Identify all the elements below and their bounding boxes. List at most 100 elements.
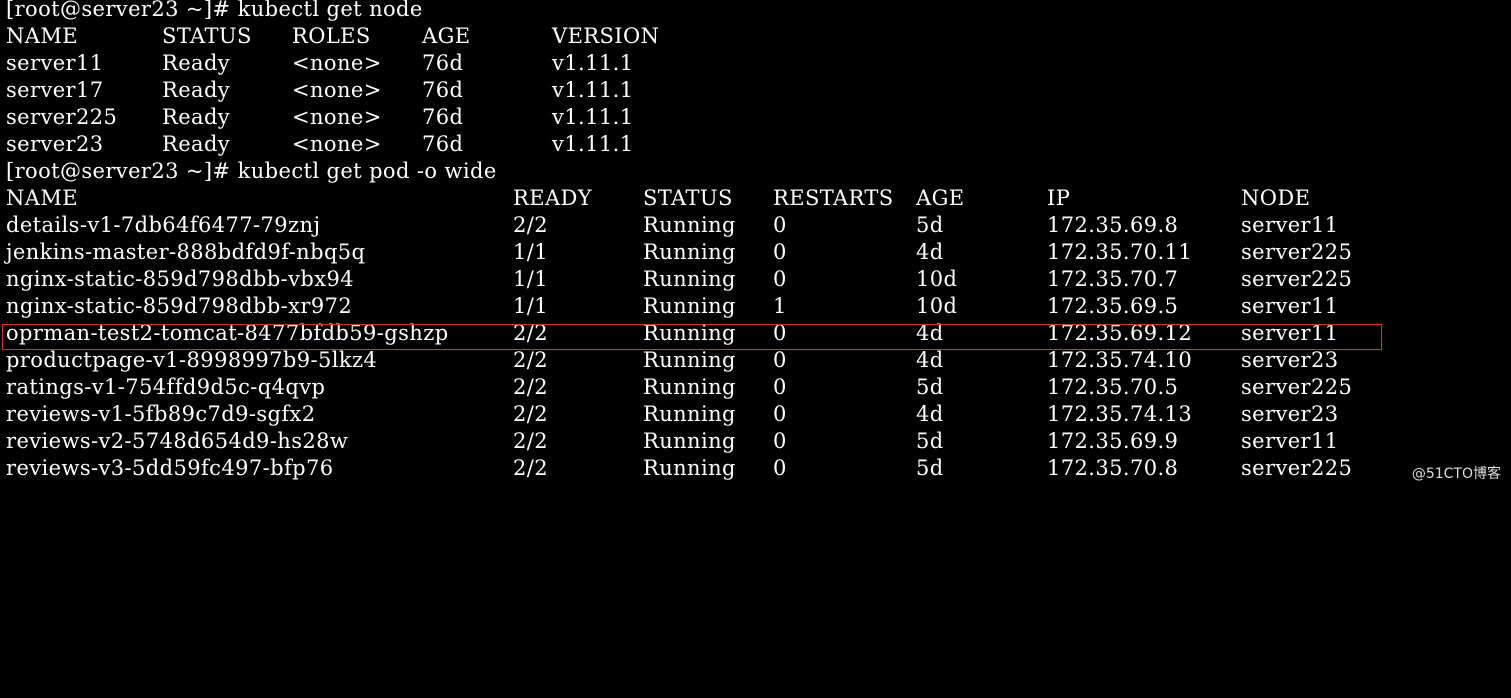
pod-node: server11 bbox=[1241, 213, 1339, 237]
node-name: server23 bbox=[6, 132, 104, 156]
node-row: server23 Ready <none> 76d v1.11.1 bbox=[6, 131, 1506, 158]
pod-status: Running bbox=[643, 429, 736, 453]
node-status: Ready bbox=[162, 78, 231, 102]
pod-ready: 2/2 bbox=[513, 429, 548, 453]
pod-node: server225 bbox=[1241, 267, 1353, 291]
node-roles: <none> bbox=[292, 51, 382, 75]
command-text: kubectl get pod -o wide bbox=[237, 159, 497, 183]
command-text: kubectl get node bbox=[237, 0, 423, 21]
node-roles: <none> bbox=[292, 105, 382, 129]
pod-row: ratings-v1-754ffd9d5c-q4qvp 2/2 Running … bbox=[6, 374, 1506, 401]
column-header-ip: IP bbox=[1047, 186, 1071, 210]
pod-restarts: 1 bbox=[773, 294, 787, 318]
pod-node: server225 bbox=[1241, 375, 1353, 399]
pod-ready: 2/2 bbox=[513, 375, 548, 399]
column-header-status: STATUS bbox=[162, 24, 252, 48]
pod-restarts: 0 bbox=[773, 348, 787, 372]
pod-ip: 172.35.70.8 bbox=[1047, 456, 1179, 480]
pod-row: nginx-static-859d798dbb-xr972 1/1 Runnin… bbox=[6, 293, 1506, 320]
pod-name: nginx-static-859d798dbb-xr972 bbox=[6, 294, 353, 318]
column-header-name: NAME bbox=[6, 24, 78, 48]
pod-row: jenkins-master-888bdfd9f-nbq5q 1/1 Runni… bbox=[6, 239, 1506, 266]
pod-ready: 2/2 bbox=[513, 456, 548, 480]
shell-prompt: [root@server23 ~]# bbox=[6, 0, 238, 21]
node-row: server17 Ready <none> 76d v1.11.1 bbox=[6, 77, 1506, 104]
pod-node: server11 bbox=[1241, 321, 1339, 345]
pod-name: reviews-v1-5fb89c7d9-sgfx2 bbox=[6, 402, 316, 426]
pod-status: Running bbox=[643, 267, 736, 291]
pod-age: 5d bbox=[916, 213, 944, 237]
node-name: server17 bbox=[6, 78, 104, 102]
pod-row: reviews-v1-5fb89c7d9-sgfx2 2/2 Running 0… bbox=[6, 401, 1506, 428]
pod-node: server23 bbox=[1241, 402, 1339, 426]
pod-age: 4d bbox=[916, 402, 944, 426]
pod-age: 5d bbox=[916, 429, 944, 453]
node-row: server11 Ready <none> 76d v1.11.1 bbox=[6, 50, 1506, 77]
pod-node: server225 bbox=[1241, 240, 1353, 264]
node-version: v1.11.1 bbox=[552, 105, 634, 129]
pod-name: oprman-test2-tomcat-8477bfdb59-gshzp bbox=[6, 321, 449, 345]
node-row: server225 Ready <none> 76d v1.11.1 bbox=[6, 104, 1506, 131]
pod-age: 10d bbox=[916, 294, 958, 318]
pod-ip: 172.35.69.9 bbox=[1047, 429, 1179, 453]
pod-node: server11 bbox=[1241, 429, 1339, 453]
pod-name: details-v1-7db64f6477-79znj bbox=[6, 213, 321, 237]
watermark: @51CTO博客 bbox=[1411, 466, 1501, 482]
pod-ip: 172.35.69.12 bbox=[1047, 321, 1193, 345]
pod-age: 5d bbox=[916, 456, 944, 480]
pod-node: server225 bbox=[1241, 456, 1353, 480]
pod-restarts: 0 bbox=[773, 213, 787, 237]
pod-ready: 1/1 bbox=[513, 267, 548, 291]
node-roles: <none> bbox=[292, 132, 382, 156]
pod-ready: 2/2 bbox=[513, 321, 548, 345]
pod-row: details-v1-7db64f6477-79znj 2/2 Running … bbox=[6, 212, 1506, 239]
pod-restarts: 0 bbox=[773, 321, 787, 345]
pod-restarts: 0 bbox=[773, 402, 787, 426]
pod-ip: 172.35.74.13 bbox=[1047, 402, 1193, 426]
pod-node: server11 bbox=[1241, 294, 1339, 318]
pod-status: Running bbox=[643, 213, 736, 237]
pod-row: nginx-static-859d798dbb-vbx94 1/1 Runnin… bbox=[6, 266, 1506, 293]
pod-name: ratings-v1-754ffd9d5c-q4qvp bbox=[6, 375, 326, 399]
pod-row: reviews-v2-5748d654d9-hs28w 2/2 Running … bbox=[6, 428, 1506, 455]
pod-age: 4d bbox=[916, 321, 944, 345]
pod-age: 4d bbox=[916, 348, 944, 372]
terminal-output[interactable]: [root@server23 ~]# kubectl get node NAME… bbox=[2, 0, 1506, 482]
node-age: 76d bbox=[422, 51, 464, 75]
pod-table-header: NAME READY STATUS RESTARTS AGE IP NODE bbox=[6, 185, 1506, 212]
node-roles: <none> bbox=[292, 78, 382, 102]
column-header-name: NAME bbox=[6, 186, 78, 210]
pod-age: 10d bbox=[916, 267, 958, 291]
pod-name: reviews-v2-5748d654d9-hs28w bbox=[6, 429, 349, 453]
pod-row-highlighted: oprman-test2-tomcat-8477bfdb59-gshzp 2/2… bbox=[6, 320, 1506, 347]
column-header-version: VERSION bbox=[552, 24, 660, 48]
pod-row: productpage-v1-8998997b9-5lkz4 2/2 Runni… bbox=[6, 347, 1506, 374]
pod-restarts: 0 bbox=[773, 240, 787, 264]
pod-ready: 1/1 bbox=[513, 240, 548, 264]
pod-ip: 172.35.70.11 bbox=[1047, 240, 1193, 264]
column-header-roles: ROLES bbox=[292, 24, 371, 48]
column-header-status: STATUS bbox=[643, 186, 733, 210]
node-version: v1.11.1 bbox=[552, 132, 634, 156]
pod-status: Running bbox=[643, 456, 736, 480]
node-version: v1.11.1 bbox=[552, 78, 634, 102]
pod-ip: 172.35.69.5 bbox=[1047, 294, 1179, 318]
node-name: server225 bbox=[6, 105, 118, 129]
pod-status: Running bbox=[643, 348, 736, 372]
pod-age: 5d bbox=[916, 375, 944, 399]
pod-node: server23 bbox=[1241, 348, 1339, 372]
pod-name: productpage-v1-8998997b9-5lkz4 bbox=[6, 348, 378, 372]
pod-ready: 2/2 bbox=[513, 402, 548, 426]
node-version: v1.11.1 bbox=[552, 51, 634, 75]
shell-prompt: [root@server23 ~]# bbox=[6, 159, 238, 183]
node-age: 76d bbox=[422, 78, 464, 102]
pod-name: nginx-static-859d798dbb-vbx94 bbox=[6, 267, 355, 291]
pod-restarts: 0 bbox=[773, 267, 787, 291]
command-line: [root@server23 ~]# kubectl get node bbox=[6, 0, 1506, 23]
pod-ip: 172.35.69.8 bbox=[1047, 213, 1179, 237]
pod-ready: 2/2 bbox=[513, 348, 548, 372]
pod-name: reviews-v3-5dd59fc497-bfp76 bbox=[6, 456, 334, 480]
pod-ip: 172.35.74.10 bbox=[1047, 348, 1193, 372]
pod-restarts: 0 bbox=[773, 375, 787, 399]
column-header-age: AGE bbox=[916, 186, 965, 210]
